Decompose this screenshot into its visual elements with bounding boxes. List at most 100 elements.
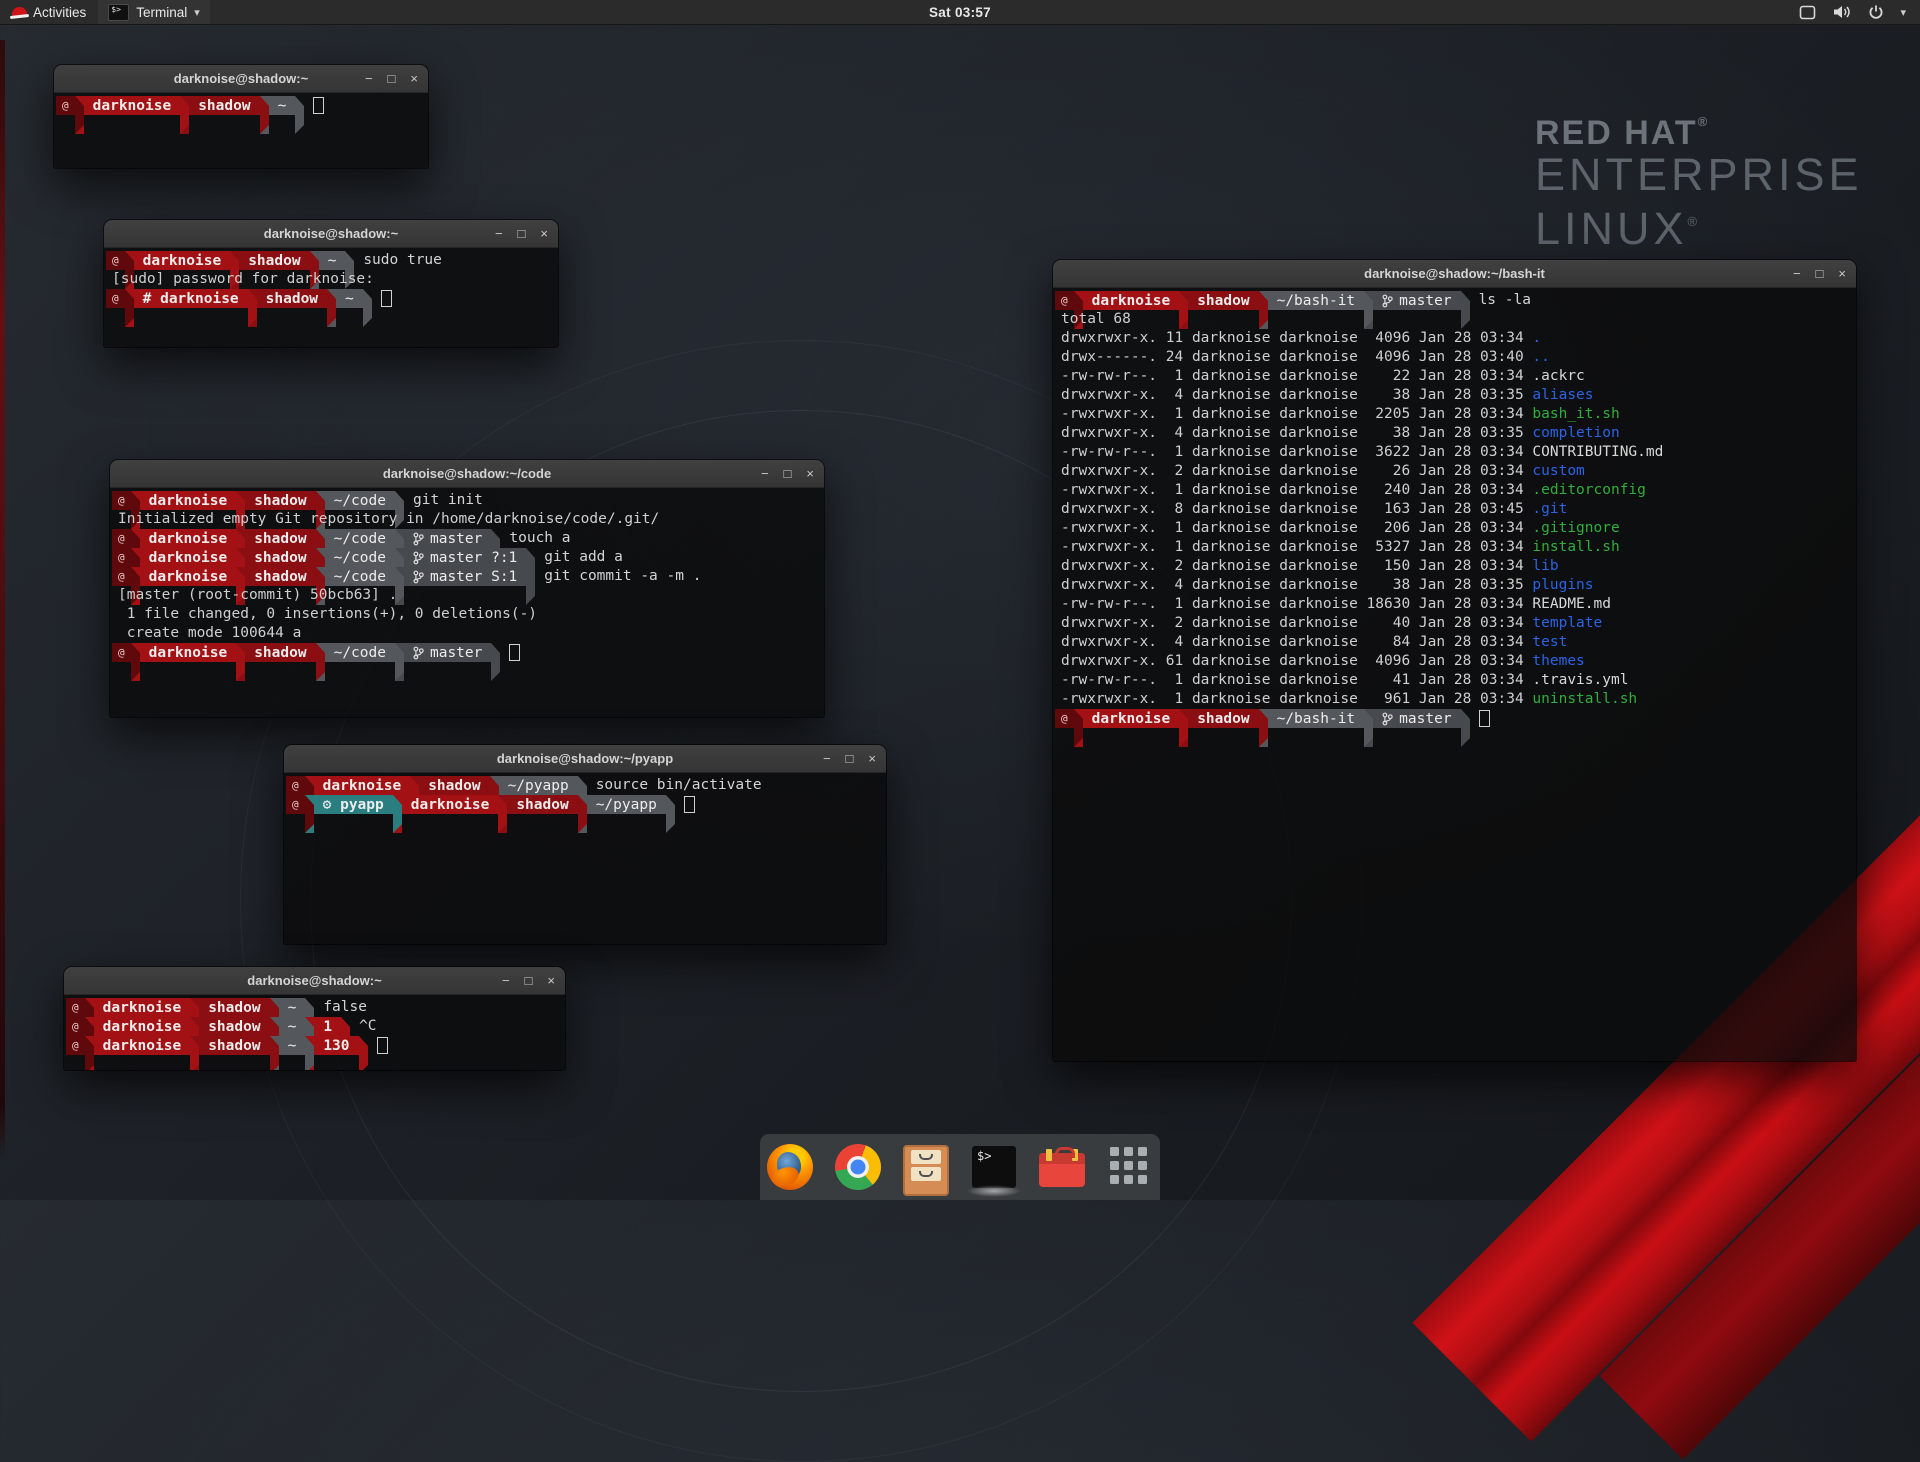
terminal-row: @darknoiseshadow~/codemaster S:1git comm… bbox=[112, 567, 822, 586]
dock-firefox[interactable] bbox=[767, 1144, 813, 1190]
window-titlebar[interactable]: darknoise@shadow:~/bash-it − □ × bbox=[1053, 260, 1856, 288]
cursor bbox=[381, 290, 392, 307]
dock-terminal[interactable]: $> bbox=[971, 1144, 1017, 1190]
powerline-separator bbox=[395, 643, 404, 681]
dock-toolbox[interactable] bbox=[1039, 1144, 1085, 1190]
prompt-icon: @ bbox=[1055, 709, 1074, 728]
windows-layer: darknoise@shadow:~−□×@darknoiseshadow~da… bbox=[0, 0, 1920, 1200]
ls-row: drwx------. 24 darknoise darknoise 4096 … bbox=[1055, 348, 1854, 367]
cursor bbox=[1479, 710, 1490, 727]
ls-meta: drwxrwxr-x. 2 darknoise darknoise 150 Ja… bbox=[1061, 558, 1532, 574]
ls-row: -rwxrwxr-x. 1 darknoise darknoise 240 Ja… bbox=[1055, 481, 1854, 500]
terminal-window-w2[interactable]: darknoise@shadow:~−□×@darknoiseshadow~su… bbox=[104, 220, 558, 347]
terminal-row: @darknoiseshadow~/bash-itmaster bbox=[1055, 709, 1854, 728]
window-title: darknoise@shadow:~/bash-it bbox=[1364, 266, 1545, 281]
minimize-button[interactable]: − bbox=[365, 72, 373, 85]
terminal-body[interactable]: @darknoiseshadow~false@darknoiseshadow~1… bbox=[64, 995, 565, 1058]
terminal-body[interactable]: @darknoiseshadow~/bash-itmasterls -latot… bbox=[1053, 288, 1856, 731]
powerline-separator bbox=[305, 795, 314, 833]
close-button[interactable]: × bbox=[410, 72, 418, 85]
powerline-separator bbox=[131, 643, 140, 681]
window-titlebar[interactable]: darknoise@shadow:~−□× bbox=[104, 220, 558, 248]
powerline-separator bbox=[1461, 709, 1470, 747]
ls-row: -rwxrwxr-x. 1 darknoise darknoise 206 Ja… bbox=[1055, 519, 1854, 538]
terminal-row: @darknoiseshadow~/codemaster bbox=[112, 643, 822, 662]
ls-row: drwxrwxr-x. 4 darknoise darknoise 38 Jan… bbox=[1055, 386, 1854, 405]
activities-button[interactable]: Activities bbox=[0, 0, 98, 24]
dock-app-grid[interactable] bbox=[1107, 1144, 1153, 1190]
prompt-host-segment: shadow bbox=[245, 567, 315, 586]
volume-icon[interactable] bbox=[1832, 4, 1852, 20]
prompt-path-segment: ~ bbox=[336, 289, 363, 308]
minimize-button[interactable]: − bbox=[1793, 267, 1801, 280]
window-titlebar[interactable]: darknoise@shadow:~/code−□× bbox=[110, 460, 824, 488]
prompt-host-segment: shadow bbox=[199, 1036, 269, 1055]
prompt-branch-segment: master ?:1 bbox=[404, 548, 526, 567]
prompt-icon: @ bbox=[286, 795, 305, 814]
close-button[interactable]: × bbox=[547, 974, 555, 987]
prompt-path-segment: ~/pyapp bbox=[587, 795, 666, 814]
prompt-exit-segment: 130 bbox=[314, 1036, 358, 1055]
prompt-path-segment: ~/code bbox=[325, 491, 395, 510]
window-titlebar[interactable]: darknoise@shadow:~/pyapp − □ × bbox=[284, 745, 886, 773]
ls-row: drwxrwxr-x. 8 darknoise darknoise 163 Ja… bbox=[1055, 500, 1854, 519]
maximize-button[interactable]: □ bbox=[846, 752, 854, 765]
terminal-row: @darknoiseshadow~sudo true bbox=[106, 251, 556, 270]
minimize-button[interactable]: − bbox=[761, 467, 769, 480]
maximize-button[interactable]: □ bbox=[388, 72, 396, 85]
terminal-row: @darknoiseshadow~/pyappsource bin/activa… bbox=[286, 776, 884, 795]
dock-files[interactable] bbox=[903, 1144, 949, 1190]
window-title: darknoise@shadow:~/pyapp bbox=[497, 751, 673, 766]
terminal-output-line: [sudo] password for darknoise: bbox=[106, 270, 556, 289]
powerline-separator bbox=[75, 96, 84, 134]
terminal-body[interactable]: @darknoiseshadow~ bbox=[54, 93, 428, 118]
terminal-window-w1[interactable]: darknoise@shadow:~−□×@darknoiseshadow~ bbox=[54, 65, 428, 168]
maximize-button[interactable]: □ bbox=[525, 974, 533, 987]
maximize-button[interactable]: □ bbox=[518, 227, 526, 240]
ls-row: -rwxrwxr-x. 1 darknoise darknoise 2205 J… bbox=[1055, 405, 1854, 424]
terminal-window-w5[interactable]: darknoise@shadow:~−□×@darknoiseshadow~fa… bbox=[64, 967, 565, 1070]
maximize-button[interactable]: □ bbox=[784, 467, 792, 480]
close-button[interactable]: × bbox=[806, 467, 814, 480]
terminal-body[interactable]: @darknoiseshadow~sudo true[sudo] passwor… bbox=[104, 248, 558, 311]
clock[interactable]: Sat 03:57 bbox=[0, 5, 1920, 20]
prompt-path-segment: ~ bbox=[279, 998, 306, 1017]
ls-row: drwxrwxr-x. 4 darknoise darknoise 38 Jan… bbox=[1055, 576, 1854, 595]
minimize-button[interactable]: − bbox=[495, 227, 503, 240]
app-indicator-terminal[interactable]: $> Terminal ▾ bbox=[98, 0, 210, 24]
prompt-host-segment: shadow bbox=[507, 795, 577, 814]
terminal-body[interactable]: @darknoiseshadow~/codegit initInitialize… bbox=[110, 488, 824, 665]
maximize-button[interactable]: □ bbox=[1816, 267, 1824, 280]
powerline-separator bbox=[295, 96, 304, 134]
prompt-user-segment: darknoise bbox=[140, 567, 237, 586]
ls-row: drwxrwxr-x. 61 darknoise darknoise 4096 … bbox=[1055, 652, 1854, 671]
ls-meta: -rw-rw-r--. 1 darknoise darknoise 3622 J… bbox=[1061, 444, 1532, 460]
prompt-icon: @ bbox=[112, 548, 131, 567]
window-titlebar[interactable]: darknoise@shadow:~−□× bbox=[54, 65, 428, 93]
ls-row: drwxrwxr-x. 2 darknoise darknoise 40 Jan… bbox=[1055, 614, 1854, 633]
chevron-down-icon[interactable]: ▾ bbox=[1900, 6, 1906, 19]
close-button[interactable]: × bbox=[540, 227, 548, 240]
ls-row: drwxrwxr-x. 11 darknoise darknoise 4096 … bbox=[1055, 329, 1854, 348]
power-icon[interactable] bbox=[1868, 4, 1884, 20]
close-button[interactable]: × bbox=[868, 752, 876, 765]
minimize-button[interactable]: − bbox=[502, 974, 510, 987]
file-name: uninstall.sh bbox=[1532, 691, 1637, 707]
terminal-output-line: total 68 bbox=[1055, 310, 1854, 329]
terminal-window-w6[interactable]: darknoise@shadow:~/bash-it − □ × @darknoises… bbox=[1053, 260, 1856, 1061]
window-titlebar[interactable]: darknoise@shadow:~−□× bbox=[64, 967, 565, 995]
terminal-row: @darknoiseshadow~/codemaster ?:1git add … bbox=[112, 548, 822, 567]
ls-meta: drwxrwxr-x. 2 darknoise darknoise 40 Jan… bbox=[1061, 615, 1532, 631]
minimize-button[interactable]: − bbox=[823, 752, 831, 765]
screen-icon[interactable] bbox=[1799, 5, 1816, 20]
dock-chrome[interactable] bbox=[835, 1144, 881, 1190]
close-button[interactable]: × bbox=[1838, 267, 1846, 280]
toolbox-icon bbox=[1039, 1153, 1085, 1187]
prompt-icon: @ bbox=[112, 529, 131, 548]
prompt-path-segment: ~/code bbox=[325, 643, 395, 662]
prompt-user-segment: darknoise bbox=[84, 96, 181, 115]
prompt-path-segment: ~ bbox=[279, 1036, 306, 1055]
terminal-body[interactable]: @darknoiseshadow~/pyappsource bin/activa… bbox=[284, 773, 886, 817]
terminal-window-w3[interactable]: darknoise@shadow:~/code−□×@darknoiseshad… bbox=[110, 460, 824, 717]
terminal-window-w4[interactable]: darknoise@shadow:~/pyapp − □ × @darknoisesha… bbox=[284, 745, 886, 944]
